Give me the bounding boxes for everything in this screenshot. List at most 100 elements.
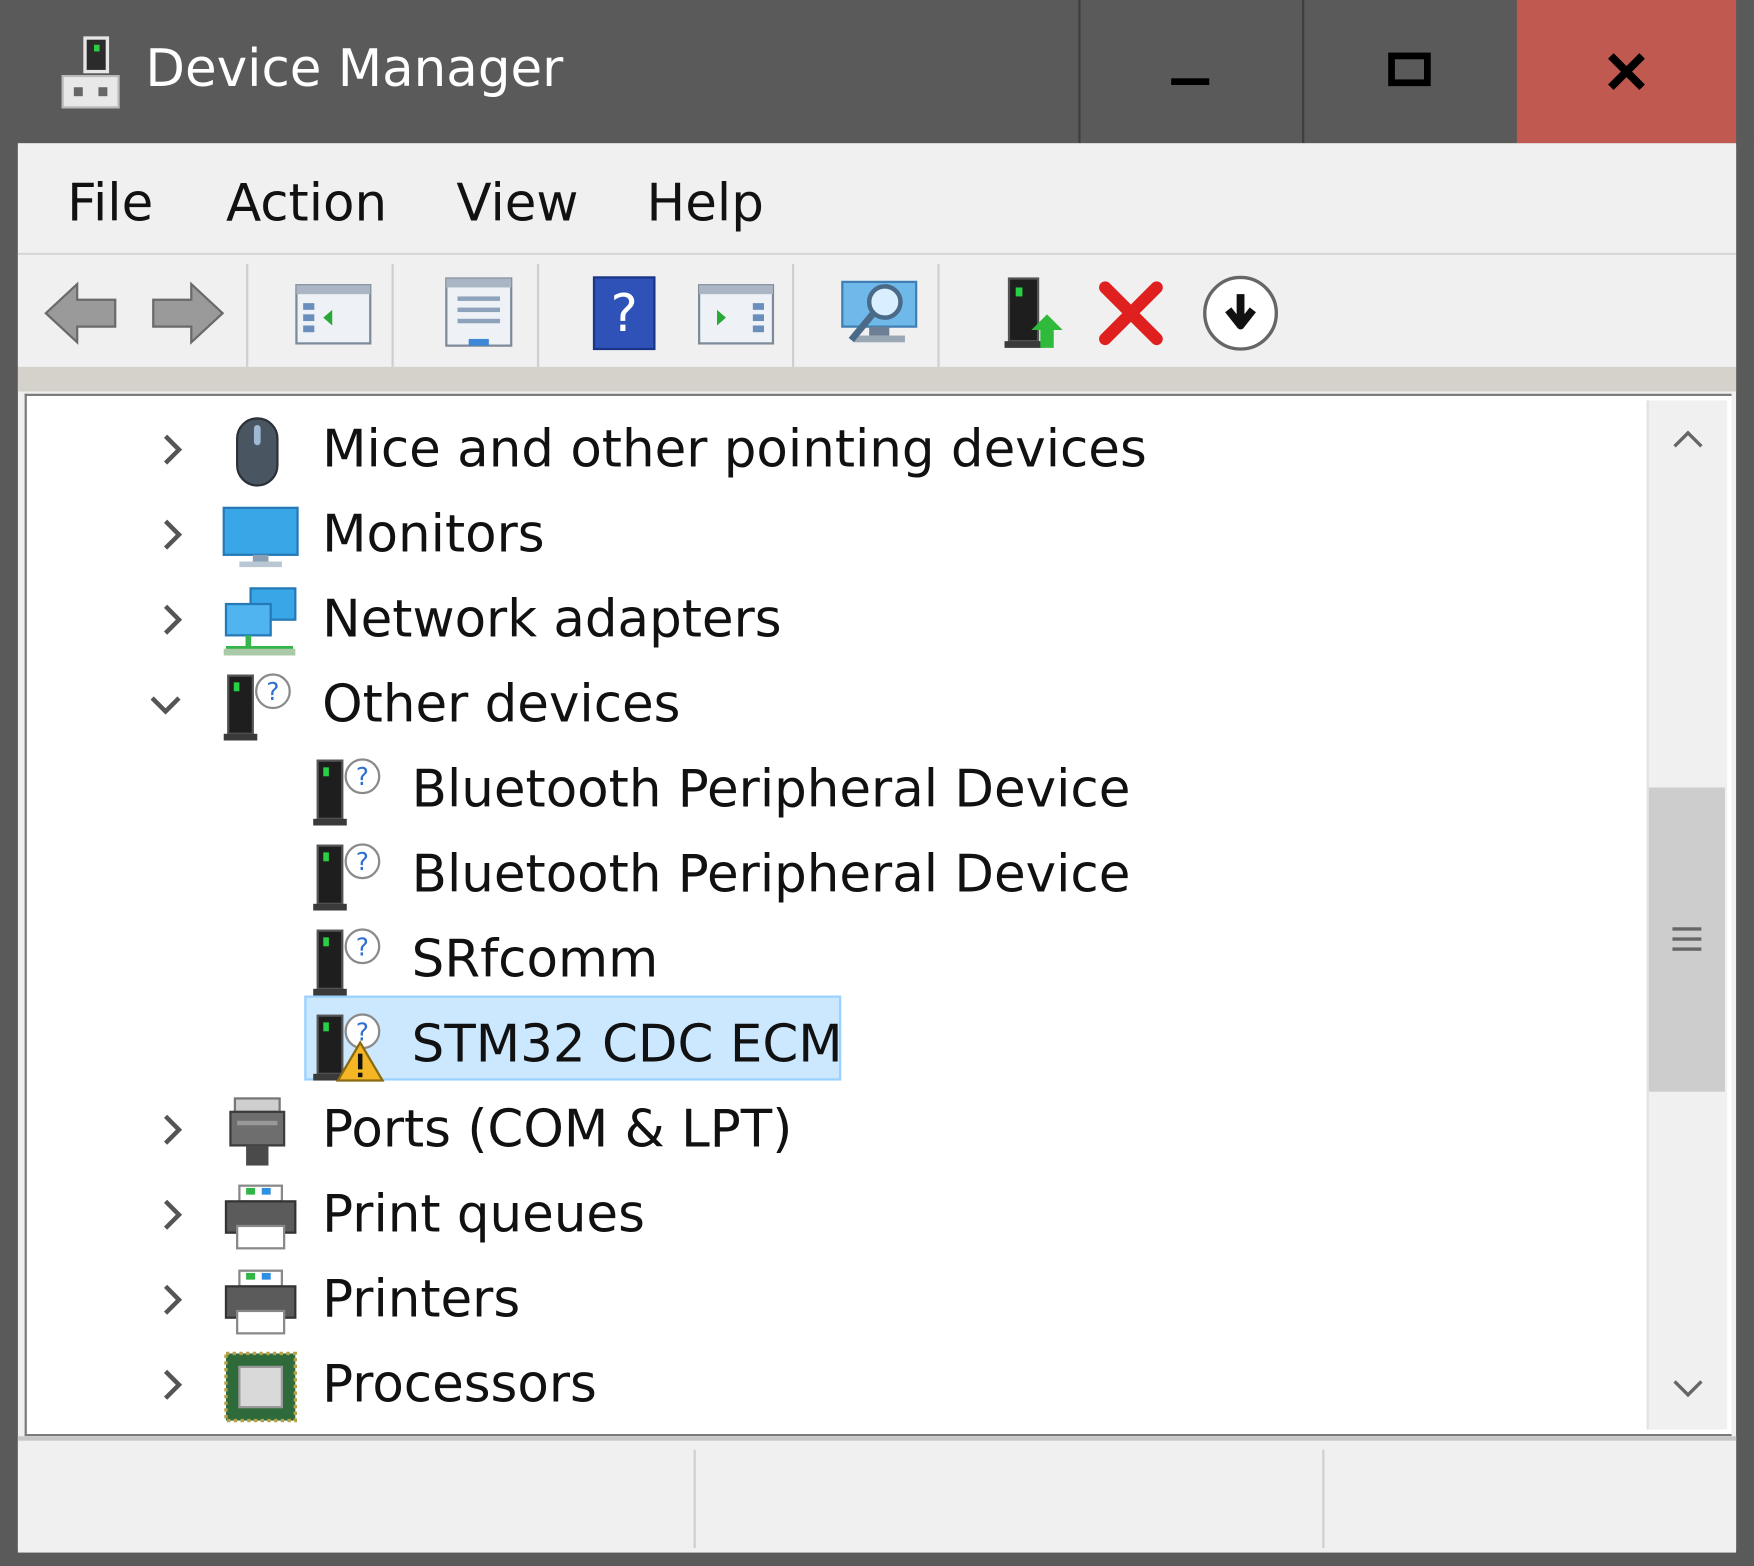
properties-icon	[445, 277, 513, 347]
tree-item-label: Monitors	[322, 503, 545, 564]
title-bar[interactable]: Device Manager	[0, 0, 1754, 144]
grip-icon	[1672, 927, 1702, 951]
status-separator	[693, 1449, 696, 1549]
tree-item-srfcomm[interactable]: ? SRfcomm	[27, 917, 1649, 1002]
show-hide-console-tree-icon	[295, 284, 372, 345]
device-tree[interactable]: Mice and other pointing devices Monitors…	[24, 393, 1732, 1437]
window-title: Device Manager	[145, 38, 564, 99]
toolbar-separator	[536, 263, 540, 367]
chevron-up-icon	[1673, 430, 1703, 448]
toolbar-divider	[17, 366, 1737, 392]
toolbar-separator	[937, 263, 940, 367]
tree-item-label: Mice and other pointing devices	[322, 418, 1147, 479]
scan-hardware-changes-icon	[841, 280, 918, 343]
menu-help[interactable]: Help	[647, 172, 764, 234]
processor-icon	[224, 1351, 297, 1423]
menu-action[interactable]: Action	[226, 172, 387, 234]
close-button[interactable]	[1516, 0, 1737, 144]
svg-text:?: ?	[356, 762, 369, 791]
svg-text:?: ?	[356, 1017, 369, 1046]
warning-device-icon: ?	[313, 1013, 385, 1082]
uninstall-device-button[interactable]	[1094, 271, 1168, 356]
tree-item-label: Bluetooth Peripheral Device	[411, 843, 1131, 904]
tree-item-label: Ports (COM & LPT)	[322, 1098, 793, 1159]
menu-view[interactable]: View	[456, 172, 578, 234]
back-arrow-icon	[44, 281, 117, 345]
tree-item-other-devices[interactable]: ? Other devices	[27, 662, 1649, 747]
minimize-button[interactable]	[1078, 0, 1305, 144]
toolbar-separator	[791, 263, 795, 367]
maximize-button[interactable]	[1302, 0, 1517, 143]
tree-item-bluetooth-peripheral-device[interactable]: ? Bluetooth Peripheral Device	[27, 747, 1649, 832]
device-manager-app-icon	[61, 36, 120, 109]
chevron-right-icon[interactable]	[154, 1112, 190, 1148]
disable-device-icon	[1203, 275, 1279, 351]
close-icon	[1608, 53, 1645, 91]
chevron-right-icon[interactable]	[154, 1282, 190, 1318]
show-hide-action-pane-icon	[698, 284, 775, 345]
tree-item-label: Print queues	[322, 1183, 645, 1244]
maximize-icon	[1388, 52, 1431, 87]
svg-text:?: ?	[611, 284, 638, 344]
tree-item-label: SRfcomm	[411, 928, 659, 989]
port-icon	[229, 1097, 286, 1166]
back-button[interactable]	[38, 271, 123, 356]
menu-bar: File Action View Help	[17, 145, 1737, 256]
scan-hardware-changes-button[interactable]	[834, 271, 923, 356]
tree-item-printers[interactable]: Printers	[27, 1257, 1649, 1342]
tree-item-print-queues[interactable]: Print queues	[27, 1172, 1649, 1257]
update-driver-icon	[1004, 277, 1063, 348]
unknown-device-icon: ?	[313, 843, 381, 911]
forward-arrow-icon	[152, 281, 225, 345]
status-bar	[17, 1436, 1737, 1553]
show-hide-console-tree-button[interactable]	[291, 271, 376, 356]
tree-item-label: Network adapters	[322, 588, 782, 649]
unknown-device-icon: ?	[223, 673, 291, 741]
help-icon: ?	[592, 276, 656, 351]
update-driver-button[interactable]	[998, 271, 1072, 356]
tree-item-network-adapters[interactable]: Network adapters	[27, 577, 1649, 662]
toolbar: ?	[17, 255, 1737, 367]
tree-item-label: STM32 CDC ECM	[411, 1013, 843, 1074]
chevron-right-icon[interactable]	[154, 432, 190, 468]
properties-button[interactable]	[436, 271, 521, 356]
chevron-right-icon[interactable]	[154, 1197, 190, 1233]
chevron-right-icon[interactable]	[154, 517, 190, 553]
tree-item-label: Processors	[322, 1353, 597, 1414]
svg-text:?: ?	[266, 677, 279, 706]
scroll-down-button[interactable]	[1649, 1349, 1727, 1427]
tree-item-label: Other devices	[322, 673, 681, 734]
chevron-down-icon	[1673, 1380, 1703, 1398]
chevron-down-icon[interactable]	[148, 687, 184, 723]
disable-device-button[interactable]	[1199, 271, 1282, 356]
tree-item-ports[interactable]: Ports (COM & LPT)	[27, 1087, 1649, 1172]
network-adapter-icon	[223, 587, 297, 656]
vertical-scrollbar[interactable]	[1646, 400, 1728, 1430]
svg-text:?: ?	[356, 932, 369, 961]
help-button[interactable]: ?	[588, 271, 660, 356]
toolbar-separator	[391, 263, 394, 367]
tree-item-mice[interactable]: Mice and other pointing devices	[27, 407, 1649, 492]
printer-icon	[224, 1184, 297, 1250]
printer-icon	[224, 1269, 297, 1335]
tree-item-monitors[interactable]: Monitors	[27, 492, 1649, 577]
chevron-right-icon[interactable]	[154, 1367, 190, 1403]
scroll-up-button[interactable]	[1649, 400, 1727, 478]
tree-item-processors[interactable]: Processors	[27, 1342, 1649, 1427]
forward-button[interactable]	[145, 271, 230, 356]
device-manager-window: Device Manager File Action View Help ? M…	[0, 0, 1754, 1566]
chevron-right-icon[interactable]	[154, 602, 190, 638]
unknown-device-icon: ?	[313, 928, 381, 996]
svg-text:?: ?	[356, 847, 369, 876]
show-hide-action-pane-button[interactable]	[694, 271, 779, 356]
tree-item-bluetooth-peripheral-device[interactable]: ? Bluetooth Peripheral Device	[27, 832, 1649, 917]
toolbar-separator	[246, 263, 249, 367]
scroll-thumb[interactable]	[1648, 787, 1725, 1092]
uninstall-device-icon	[1099, 281, 1163, 346]
status-separator	[1322, 1449, 1325, 1549]
mouse-icon	[236, 417, 279, 487]
menu-file[interactable]: File	[67, 172, 153, 234]
monitor-icon	[222, 506, 299, 568]
tree-item-stm32-cdc-ecm[interactable]: ? STM32 CDC ECM	[27, 1002, 1649, 1087]
minimize-icon	[1171, 78, 1210, 86]
